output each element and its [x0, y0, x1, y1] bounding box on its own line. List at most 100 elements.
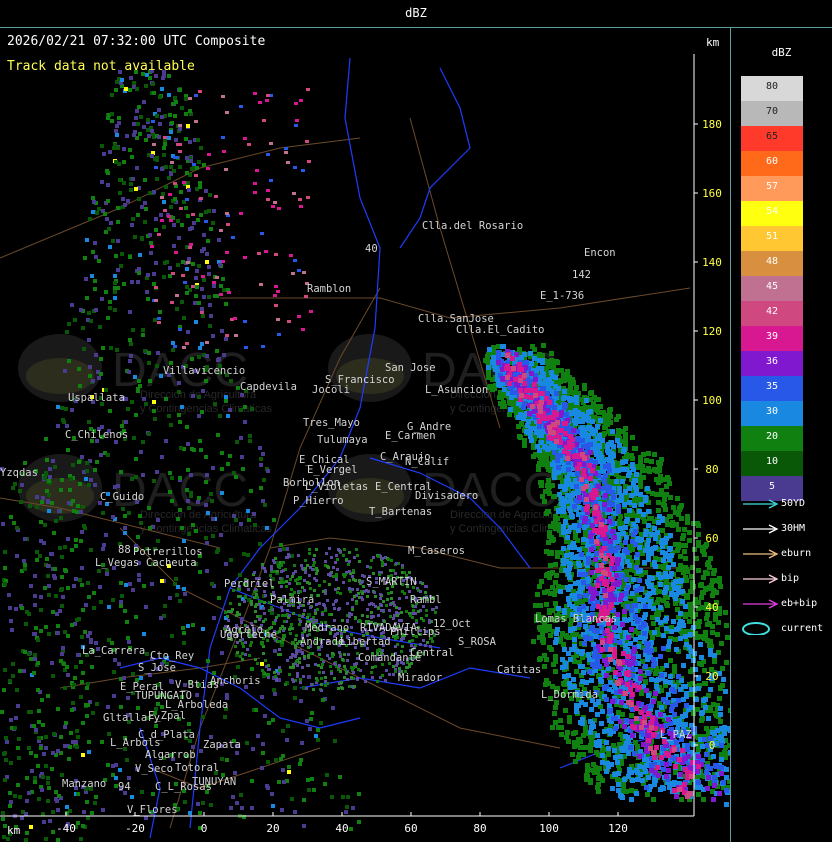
- legend-value-label: 60: [765, 156, 779, 167]
- legend-value-label: 45: [765, 281, 779, 292]
- radar-map[interactable]: DACC Direccion de Agricultura y Contingenc…: [0, 28, 731, 842]
- place-label: Jocoli: [312, 384, 350, 396]
- place-label: S_ROSA: [458, 636, 497, 648]
- km-unit-top: km: [706, 36, 720, 49]
- place-label: Libertad: [340, 636, 391, 648]
- place-label: G_Andre: [407, 421, 451, 433]
- legend-value-label: 48: [765, 256, 779, 267]
- place-label: E_1-736: [540, 290, 584, 302]
- place-label: La_Carrera: [82, 645, 145, 657]
- y-tick-label: 60: [705, 532, 718, 545]
- y-tick-label: 40: [705, 601, 718, 614]
- place-label: L_Dormida: [541, 689, 598, 701]
- place-label: Ramblon: [307, 283, 351, 295]
- place-label: Tulumaya: [317, 434, 368, 446]
- place-label: 88: [118, 544, 131, 556]
- track-legend-label: bip: [781, 573, 800, 584]
- legend-value-label: 54: [765, 206, 779, 217]
- place-label: Uspallata: [68, 392, 125, 404]
- place-label: Manzano: [62, 778, 106, 790]
- track-status-message: Track data not available: [7, 59, 195, 74]
- place-label: Phillips: [390, 626, 441, 638]
- place-label: Cacheuta: [146, 557, 197, 569]
- x-tick-label: 0: [201, 822, 208, 835]
- place-label: 94: [118, 781, 131, 793]
- y-tick-label: 140: [702, 256, 722, 269]
- legend-value-label: 57: [765, 181, 779, 192]
- track-legend-label: eburn: [781, 548, 812, 559]
- place-label: C_Guido: [100, 491, 144, 503]
- place-label: Medrano: [305, 622, 349, 634]
- legend-value-label: 10: [765, 456, 779, 467]
- place-label: 40: [365, 243, 378, 255]
- place-label: E_Vergel: [307, 464, 358, 476]
- legend-value-label: 80: [765, 81, 779, 92]
- place-label: Catitas: [497, 664, 541, 676]
- place-label: Ugarteche: [220, 629, 277, 641]
- place-label: L_Arbols: [110, 737, 161, 749]
- track-arrow-icon: [743, 574, 779, 584]
- legend-value-label: 65: [765, 131, 779, 142]
- place-label: Rambl: [410, 594, 442, 606]
- place-label: Villavicencio: [163, 365, 245, 377]
- legend-unit: dBZ: [771, 46, 792, 59]
- place-label: Andrade: [300, 636, 344, 648]
- place-label: Clla.El_Cadito: [456, 324, 545, 336]
- place-label: Anchoris: [210, 675, 261, 687]
- place-label: V_Seco: [135, 763, 173, 775]
- place-label: Mirador: [398, 672, 442, 684]
- place-label: 142: [572, 269, 591, 281]
- y-tick-label: 80: [705, 463, 718, 476]
- place-label: L_Vegas: [95, 557, 139, 569]
- place-label: C_L_Rosas: [155, 781, 212, 793]
- y-tick-label: 120: [702, 325, 722, 338]
- place-label: S_MARTIN: [366, 576, 417, 588]
- legend-value-label: 42: [765, 306, 779, 317]
- place-label: M_Caseros: [408, 545, 465, 557]
- place-label: E_Zpal: [148, 710, 186, 722]
- y-tick-label: 160: [702, 187, 722, 200]
- track-legend-label: current: [781, 623, 824, 634]
- x-tick-label: 80: [473, 822, 486, 835]
- legend-value-label: 51: [765, 231, 779, 242]
- map-canvas[interactable]: DACCDireccion de Agriculturay Contingenc…: [0, 28, 730, 842]
- place-label: Zapata: [203, 739, 241, 751]
- track-arrow-icon: [743, 524, 779, 534]
- legend-value-label: 36: [765, 356, 779, 367]
- legend-value-label: 70: [765, 106, 779, 117]
- km-unit-bottom: km: [7, 824, 21, 837]
- x-tick-label: -40: [56, 822, 76, 835]
- place-label: L_Asuncion: [425, 384, 488, 396]
- title-bar: dBZ: [0, 0, 832, 28]
- y-tick-label: 0: [709, 739, 716, 752]
- track-legend-label: eb+bip: [781, 598, 818, 609]
- place-label: L_Violetas: [305, 481, 368, 493]
- place-label: Perdriel: [224, 578, 275, 590]
- track-arrow-icon: [743, 599, 779, 609]
- x-tick-label: 40: [335, 822, 348, 835]
- current-ellipse-icon: [742, 622, 770, 635]
- place-label: Divisadero: [415, 490, 478, 502]
- place-label: Palmira: [270, 594, 314, 606]
- track-arrow-icon: [743, 549, 779, 559]
- x-tick-label: 20: [266, 822, 279, 835]
- window-title: dBZ: [405, 6, 427, 20]
- y-tick-label: 180: [702, 118, 722, 131]
- legend-value-label: 5: [768, 481, 776, 492]
- x-tick-label: -20: [125, 822, 145, 835]
- place-label: L_PAZ: [660, 729, 692, 741]
- x-tick-label: 120: [608, 822, 628, 835]
- place-label: Capdevila: [240, 381, 297, 393]
- place-label: N_Calif: [405, 456, 449, 468]
- track-legend-label: 50YD: [781, 498, 806, 509]
- place-label: Algarrob: [145, 749, 196, 761]
- timestamp-header: 2026/02/21 07:32:00 UTC Composite: [7, 34, 266, 49]
- track-arrow-icon: [743, 499, 779, 509]
- place-label: Lomas Blancas: [535, 613, 617, 625]
- place-label: S_Jose: [138, 662, 176, 674]
- legend-value-label: 39: [765, 331, 779, 342]
- x-tick-label: 60: [404, 822, 417, 835]
- place-label: Cto_Rey: [150, 650, 194, 662]
- place-label: P_Hierro: [293, 495, 344, 507]
- legend-value-label: 20: [765, 431, 779, 442]
